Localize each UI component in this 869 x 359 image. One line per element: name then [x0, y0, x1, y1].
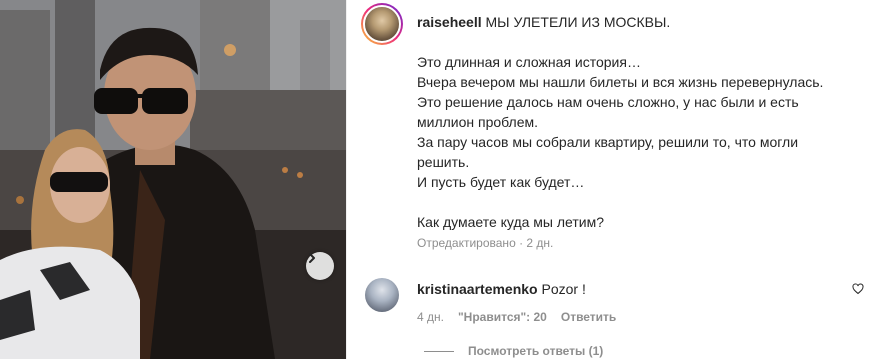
caption-line: За пару часов мы собрали квартиру, решил… — [417, 134, 799, 150]
author-avatar[interactable] — [361, 3, 403, 45]
caption-line: МЫ УЛЕТЕЛИ ИЗ МОСКВЫ. — [485, 14, 671, 30]
caption-line: Вчера вечером мы нашли билеты и вся жизн… — [417, 74, 824, 90]
caption-line: Как думаете куда мы летим? — [417, 214, 605, 230]
comment-likes[interactable]: "Нравится": 20 — [458, 310, 547, 324]
comment-text: Pozor ! — [541, 281, 586, 297]
heart-icon — [852, 283, 864, 295]
post-meta: Отредактировано · 2 дн. — [417, 236, 553, 250]
reply-button[interactable]: Ответить — [561, 310, 616, 324]
caption-line — [417, 32, 857, 52]
caption-line: И пусть будет как будет… — [417, 174, 585, 190]
post-caption: raiseheell МЫ УЛЕТЕЛИ ИЗ МОСКВЫ. Это дли… — [417, 12, 857, 232]
view-replies-button[interactable]: Посмотреть ответы (1) — [424, 344, 603, 358]
like-comment-button[interactable] — [852, 282, 864, 300]
author-username[interactable]: raiseheell — [417, 14, 482, 30]
edited-label: Отредактировано — [417, 236, 516, 250]
caption-line: решить. — [417, 154, 470, 170]
author-avatar-image — [363, 5, 401, 43]
commenter-username[interactable]: kristinaartemenko — [417, 281, 538, 297]
comments-panel: raiseheell МЫ УЛЕТЕЛИ ИЗ МОСКВЫ. Это дли… — [346, 0, 869, 359]
next-photo-button[interactable] — [306, 252, 334, 280]
replies-dash — [424, 350, 454, 352]
comment-age[interactable]: 4 дн. — [417, 310, 444, 324]
comment-meta: 4 дн. "Нравится": 20 Ответить — [417, 310, 616, 324]
caption-line: Это длинная и сложная история… — [417, 54, 641, 70]
view-replies-label: Посмотреть ответы (1) — [468, 344, 604, 358]
caption-line: миллион проблем. — [417, 114, 539, 130]
commenter-avatar[interactable] — [365, 278, 399, 312]
photo-scene — [0, 0, 346, 359]
comment-body: kristinaartemenko Pozor ! — [417, 279, 586, 299]
chevron-right-icon — [309, 253, 315, 263]
meta-separator: · — [515, 236, 527, 250]
post-age[interactable]: 2 дн. — [526, 236, 553, 250]
post-photo[interactable] — [0, 0, 346, 359]
caption-line — [417, 192, 857, 212]
caption-line: Это решение далось нам очень сложно, у н… — [417, 94, 799, 110]
